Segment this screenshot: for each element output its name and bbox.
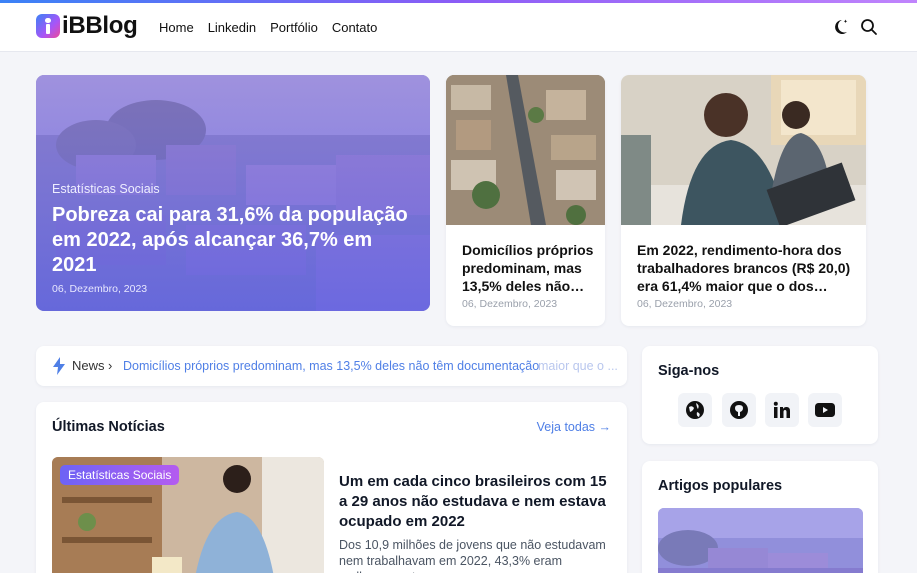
nav-contato[interactable]: Contato [332, 20, 378, 35]
hero-date: 06, Dezembro, 2023 [52, 283, 148, 295]
github-icon[interactable] [722, 393, 756, 427]
logo-text: iBBlog [62, 12, 138, 39]
hero-title[interactable]: Pobreza cai para 31,6% da população em 2… [52, 203, 422, 278]
dark-mode-toggle-icon[interactable] [830, 17, 850, 37]
site-header: iBBlog Home Linkedin Portfólio Contato [0, 3, 917, 52]
popular-article-image[interactable] [658, 508, 863, 573]
post-image [446, 75, 605, 225]
globe-icon[interactable] [678, 393, 712, 427]
post-card[interactable]: Domicílios próprios predominam, mas 13,5… [446, 75, 605, 326]
ticker-next-headline[interactable]: maior que o ... [538, 359, 618, 373]
post-title[interactable]: Domicílios próprios predominam, mas 13,5… [462, 241, 593, 295]
see-all-link[interactable]: Veja todas → [537, 420, 611, 434]
linkedin-icon[interactable] [765, 393, 799, 427]
post-image [621, 75, 866, 225]
follow-us-widget: Siga-nos [642, 346, 878, 444]
latest-post-title[interactable]: Um em cada cinco brasileiros com 15 a 29… [339, 472, 609, 532]
search-icon[interactable] [859, 17, 879, 37]
site-logo[interactable]: iBBlog [36, 12, 138, 40]
nav-home[interactable]: Home [159, 20, 194, 35]
post-date: 06, Dezembro, 2023 [637, 298, 733, 310]
lightning-icon [53, 357, 65, 375]
post-card[interactable]: Em 2022, rendimento-hora dos trabalhador… [621, 75, 866, 326]
chevron-right-icon: › [108, 358, 113, 373]
widget-heading: Artigos populares [658, 478, 783, 494]
latest-post-excerpt: Dos 10,9 milhões de jovens que não estud… [339, 538, 606, 573]
widget-heading: Siga-nos [658, 363, 720, 379]
category-badge[interactable]: Estatísticas Sociais [60, 465, 180, 485]
popular-articles-widget: Artigos populares [642, 461, 878, 573]
latest-news-section: Últimas Notícias Veja todas → Estatístic… [36, 402, 627, 573]
ticker-label: News [72, 358, 105, 373]
hero-category[interactable]: Estatísticas Sociais [52, 182, 160, 196]
ticker-headline[interactable]: Domicílios próprios predominam, mas 13,5… [123, 359, 539, 373]
post-title[interactable]: Em 2022, rendimento-hora dos trabalhador… [637, 241, 850, 295]
nav-linkedin[interactable]: Linkedin [208, 20, 256, 35]
news-ticker: News › Domicílios próprios predominam, m… [36, 346, 627, 386]
logo-icon [36, 14, 60, 38]
youtube-icon[interactable] [808, 393, 842, 427]
hero-featured-post[interactable]: Estatísticas Sociais Pobreza cai para 31… [36, 75, 430, 311]
post-date: 06, Dezembro, 2023 [462, 298, 558, 310]
nav-portfolio[interactable]: Portfólio [270, 20, 318, 35]
main-nav: Home Linkedin Portfólio Contato [159, 20, 377, 35]
section-heading: Últimas Notícias [52, 419, 165, 435]
